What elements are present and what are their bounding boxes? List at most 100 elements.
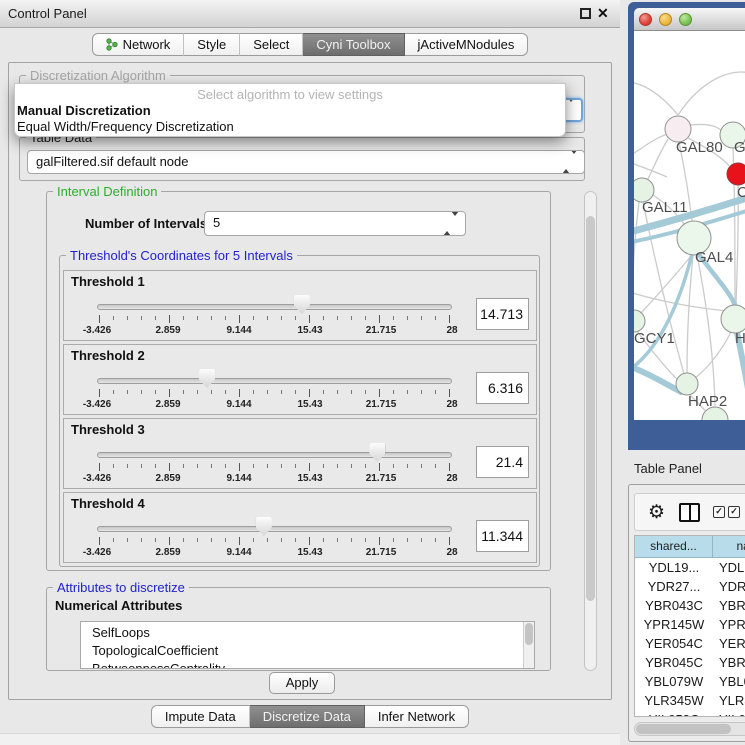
float-window-icon[interactable] — [580, 8, 591, 19]
table-data-combo[interactable]: galFiltered.sif default node — [27, 150, 585, 174]
network-node-h[interactable] — [721, 305, 745, 333]
tick-mark — [169, 463, 170, 471]
attributes-group: Attributes to discretize Numerical Attri… — [46, 587, 551, 671]
threshold-value[interactable]: 11.344 — [476, 520, 529, 552]
tick-mark — [435, 316, 436, 320]
tick-mark — [225, 390, 226, 394]
close-icon[interactable]: ✕ — [597, 5, 609, 22]
gear-icon[interactable]: ⚙ — [648, 503, 665, 522]
network-node-gcy1[interactable] — [634, 310, 645, 332]
threshold-panel: Threshold 1 -3.4262.8599.14415.4321.71528… — [63, 270, 537, 341]
tick-mark — [225, 538, 226, 542]
split-columns-icon[interactable] — [679, 503, 700, 522]
slider-thumb[interactable] — [199, 369, 215, 388]
table-row[interactable]: YDR27...YDR2 — [635, 577, 745, 596]
table-panel-title: Table Panel — [634, 461, 702, 476]
tick-mark — [99, 537, 100, 545]
tick-mark — [393, 316, 394, 320]
panel-scrollbar[interactable] — [584, 191, 597, 671]
slider-thumb[interactable] — [369, 443, 385, 462]
tick-mark — [379, 315, 380, 323]
checkbox-icon[interactable]: ✓ — [713, 506, 725, 518]
tick-mark — [225, 316, 226, 320]
threshold-slider[interactable]: -3.4262.8599.14415.4321.71528 — [97, 367, 452, 413]
tick-label: 15.43 — [297, 473, 322, 484]
tick-mark — [435, 464, 436, 468]
tab-jactivemnodules[interactable]: jActiveMNodules — [405, 33, 529, 56]
tick-label: 2.859 — [155, 547, 180, 558]
algorithm-option[interactable]: Manual Discretization — [15, 103, 565, 119]
group-title: Interval Definition — [53, 184, 161, 199]
checkbox-icon[interactable]: ✓ — [728, 506, 740, 518]
threshold-value[interactable]: 21.4 — [476, 446, 529, 478]
table-row[interactable]: YBR043CYBR0 — [635, 596, 745, 615]
tick-mark — [239, 389, 240, 397]
tick-mark — [379, 537, 380, 545]
network-window-titlebar[interactable] — [634, 8, 745, 31]
apply-button[interactable]: Apply — [269, 672, 335, 694]
tick-label: 28 — [446, 399, 457, 410]
tick-mark — [449, 315, 450, 323]
threshold-slider[interactable]: -3.4262.8599.14415.4321.71528 — [97, 441, 452, 487]
table-hscrollbar-thumb[interactable] — [636, 724, 731, 734]
node-label: H — [735, 330, 745, 347]
list-scrollbar[interactable] — [523, 622, 534, 668]
zoom-traffic-light-icon[interactable] — [679, 13, 692, 26]
attributes-list[interactable]: SelfLoopsTopologicalCoefficientBetweenne… — [80, 621, 535, 669]
slider-thumb[interactable] — [256, 517, 272, 536]
threshold-label: Threshold 1 — [71, 274, 145, 289]
attribute-item[interactable]: BetweennessCentrality — [81, 660, 534, 669]
tick-label: 2.859 — [155, 399, 180, 410]
tick-mark — [267, 390, 268, 394]
tick-mark — [295, 538, 296, 542]
node-label: GA — [734, 139, 745, 156]
network-node-hap2[interactable] — [676, 373, 698, 395]
tab-cyni-toolbox[interactable]: Cyni Toolbox — [303, 33, 404, 56]
threshold-value[interactable]: 6.316 — [476, 372, 529, 404]
tab-discretize-data[interactable]: Discretize Data — [250, 705, 365, 728]
tab-style[interactable]: Style — [184, 33, 240, 56]
table-row[interactable]: YLR345WYLR3 — [635, 691, 745, 710]
table-row[interactable]: YER054CYER0 — [635, 634, 745, 653]
column-header-shared-[interactable]: shared... — [635, 536, 713, 558]
tab-select[interactable]: Select — [240, 33, 303, 56]
tab-infer-network[interactable]: Infer Network — [365, 705, 469, 728]
threshold-value[interactable]: 14.713 — [476, 298, 529, 330]
table-row[interactable]: YDL19...YDL1 — [635, 558, 745, 577]
network-node-c[interactable] — [727, 163, 745, 185]
algorithm-option[interactable]: Equal Width/Frequency Discretization — [15, 119, 565, 135]
close-traffic-light-icon[interactable] — [639, 13, 652, 26]
tick-label: 9.144 — [226, 547, 251, 558]
panel-scrollbar-thumb[interactable] — [586, 216, 595, 601]
tick-mark — [253, 464, 254, 468]
node-label: GAL4 — [695, 249, 733, 266]
tick-mark — [281, 464, 282, 468]
table-hscrollbar[interactable] — [634, 722, 745, 736]
table-row[interactable]: YBR045CYBR0 — [635, 653, 745, 672]
column-header-name[interactable]: name — [713, 536, 745, 558]
threshold-slider[interactable]: -3.4262.8599.14415.4321.71528 — [97, 515, 452, 561]
threshold-label: Threshold 4 — [71, 496, 145, 511]
tick-mark — [337, 390, 338, 394]
threshold-label: Threshold 2 — [71, 348, 145, 363]
table-row[interactable]: YBL079WYBL0 — [635, 672, 745, 691]
tick-mark — [225, 464, 226, 468]
table-row[interactable]: YPR145WYPR1 — [635, 615, 745, 634]
minimize-traffic-light-icon[interactable] — [659, 13, 672, 26]
tick-mark — [141, 316, 142, 320]
threshold-slider[interactable]: -3.4262.8599.14415.4321.71528 — [97, 293, 452, 339]
tab-label: Select — [253, 37, 289, 52]
attribute-item[interactable]: TopologicalCoefficient — [81, 642, 534, 660]
network-canvas[interactable]: GAL80GACGAL11GAL4GCY1HHAP2 — [634, 31, 745, 420]
bottom-margin-strip — [0, 733, 620, 745]
attribute-item[interactable]: SelfLoops — [81, 624, 534, 642]
slider-thumb[interactable] — [294, 295, 310, 314]
tick-labels: -3.4262.8599.14415.4321.71528 — [97, 473, 452, 485]
list-scrollbar-thumb[interactable] — [525, 623, 533, 645]
table-row[interactable]: YIL052CYIL0 — [635, 710, 745, 717]
node-attribute-table[interactable]: shared...name YDL19...YDL1YDR27...YDR2YB… — [634, 535, 745, 717]
tab-network[interactable]: Network — [92, 33, 185, 56]
number-of-intervals-combo[interactable]: 5 — [204, 211, 466, 236]
tab-impute-data[interactable]: Impute Data — [151, 705, 250, 728]
table-panel: ⚙ ✓ ✓ shared...name YDL19...YDL1YDR27...… — [628, 484, 745, 742]
